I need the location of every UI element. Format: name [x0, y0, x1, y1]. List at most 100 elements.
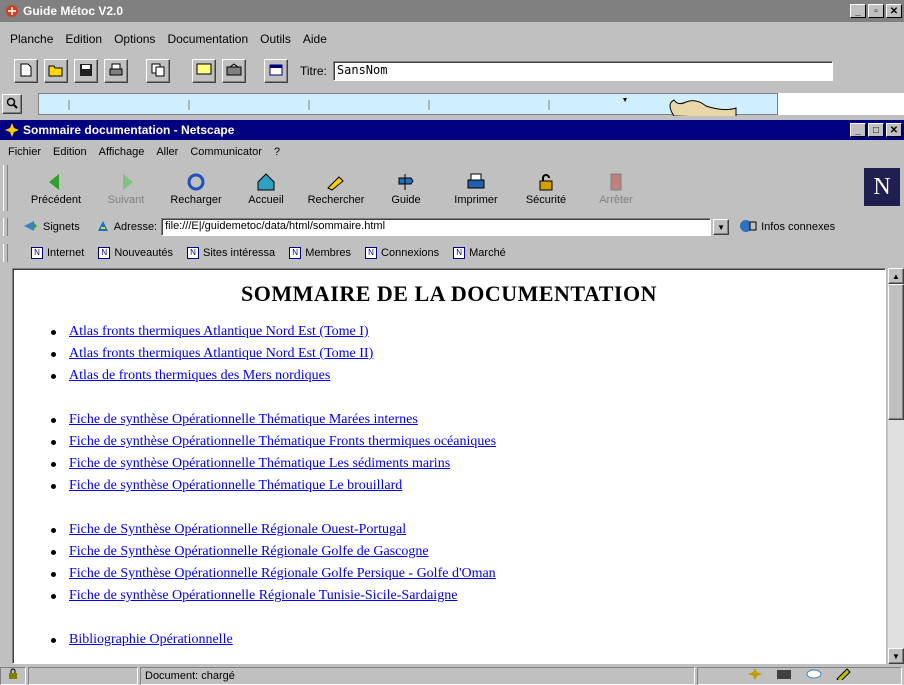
- menu-planche[interactable]: Planche: [4, 32, 59, 46]
- bookmark-label: Internet: [47, 247, 85, 259]
- list-item: Fiche de synthèse Opérationnelle Thémati…: [51, 475, 885, 497]
- document-link[interactable]: Atlas de fronts thermiques des Mers nord…: [69, 368, 330, 383]
- composer-icon[interactable]: [835, 668, 852, 683]
- browser-menu-edition[interactable]: Edition: [47, 146, 93, 158]
- precedent-button[interactable]: Précédent: [25, 170, 87, 206]
- minimize-button[interactable]: _: [850, 4, 866, 18]
- reload-icon: [185, 170, 207, 194]
- browser-title: Sommaire documentation - Netscape: [23, 123, 235, 137]
- bookmark-label: Nouveautés: [114, 247, 174, 259]
- address-input[interactable]: file:///E|/guidemetoc/data/html/sommaire…: [161, 218, 712, 236]
- mail-icon[interactable]: [776, 668, 792, 683]
- app-toolbar: Titre: SansNom: [14, 58, 894, 84]
- link-group: Fiche de Synthèse Opérationnelle Régiona…: [13, 519, 885, 607]
- browser-menu-affichage[interactable]: Affichage: [93, 146, 151, 158]
- securite-button[interactable]: Sécurité: [515, 170, 577, 206]
- document-link[interactable]: Bibliographie Opérationnelle: [69, 632, 233, 647]
- imprimer-button[interactable]: Imprimer: [445, 170, 507, 206]
- related-button[interactable]: Infos connexes: [761, 221, 835, 233]
- arrow-down-icon: ▼: [892, 651, 900, 661]
- chevron-down-icon: ▼: [717, 222, 726, 232]
- accueil-button[interactable]: Accueil: [235, 170, 297, 206]
- title-input[interactable]: SansNom: [332, 61, 833, 81]
- menu-edition[interactable]: Edition: [59, 32, 108, 46]
- component-bar: [697, 666, 902, 685]
- document-view[interactable]: SOMMAIRE DE LA DOCUMENTATION Atlas front…: [12, 268, 886, 664]
- bookmark-item[interactable]: N Nouveautés: [98, 247, 173, 259]
- guide-button[interactable]: Guide: [375, 170, 437, 206]
- location-toolbar: Signets Adresse: file:///E|/guidemetoc/d…: [0, 216, 904, 238]
- bookmarks-icon: [23, 220, 39, 235]
- browser-menu-help[interactable]: ?: [268, 146, 286, 158]
- title-label: Titre:: [300, 64, 327, 78]
- window-button[interactable]: [264, 59, 288, 83]
- document-link[interactable]: Fiche de Synthèse Opérationnelle Régiona…: [69, 522, 406, 537]
- arreter-button[interactable]: Arrêter: [585, 170, 647, 206]
- link-group: Atlas fronts thermiques Atlantique Nord …: [13, 321, 885, 387]
- menu-outils[interactable]: Outils: [254, 32, 297, 46]
- security-indicator[interactable]: [0, 666, 26, 685]
- bookmark-page-icon: N: [31, 247, 43, 259]
- scroll-up-button[interactable]: ▲: [888, 268, 904, 284]
- document-link[interactable]: Fiche de Synthèse Opérationnelle Régiona…: [69, 566, 496, 581]
- scroll-down-button[interactable]: ▼: [888, 648, 904, 664]
- browser-titlebar: Sommaire documentation - Netscape _ □ ✕: [0, 120, 904, 140]
- nav-label: Sécurité: [525, 194, 567, 206]
- search-icon: [325, 170, 347, 194]
- new-button[interactable]: [14, 59, 38, 83]
- export-icon: [226, 62, 242, 80]
- close-button[interactable]: ✕: [886, 4, 902, 18]
- list-item: Fiche de synthèse Opérationnelle Régiona…: [51, 585, 885, 607]
- bookmark-item[interactable]: N Internet: [31, 247, 84, 259]
- display-button[interactable]: [192, 59, 216, 83]
- maximize-button[interactable]: ▫: [868, 4, 884, 18]
- bookmark-item[interactable]: N Connexions: [365, 247, 439, 259]
- browser-maximize-button[interactable]: □: [868, 123, 884, 137]
- save-button[interactable]: [74, 59, 98, 83]
- nav-label: Guide: [391, 194, 421, 206]
- print-button[interactable]: [104, 59, 128, 83]
- vertical-scrollbar[interactable]: ▲ ▼: [888, 268, 904, 664]
- padlock-icon: [7, 668, 19, 683]
- document-link[interactable]: Fiche de synthèse Opérationnelle Thémati…: [69, 434, 496, 449]
- bookmark-item[interactable]: N Sites intéressa: [187, 247, 275, 259]
- document-link[interactable]: Atlas fronts thermiques Atlantique Nord …: [69, 346, 373, 361]
- map-view[interactable]: [38, 93, 778, 116]
- document-link[interactable]: Atlas fronts thermiques Atlantique Nord …: [69, 324, 369, 339]
- list-item: Fiche de synthèse Opérationnelle Thémati…: [51, 453, 885, 475]
- rechercher-button[interactable]: Rechercher: [305, 170, 367, 206]
- open-button[interactable]: [44, 59, 68, 83]
- scroll-thumb[interactable]: [888, 284, 904, 420]
- copy-button[interactable]: [146, 59, 170, 83]
- address-dropdown-button[interactable]: ▼: [713, 219, 730, 235]
- bookmark-item[interactable]: N Marché: [453, 247, 506, 259]
- export-button[interactable]: [222, 59, 246, 83]
- list-item: Fiche de Synthèse Opérationnelle Régiona…: [51, 519, 885, 541]
- document-link[interactable]: Fiche de synthèse Opérationnelle Régiona…: [69, 588, 457, 603]
- zoom-button[interactable]: [2, 94, 22, 114]
- bookmark-item[interactable]: N Membres: [289, 247, 351, 259]
- nav-label: Accueil: [248, 194, 284, 206]
- browser-menu-fichier[interactable]: Fichier: [2, 146, 47, 158]
- app-titlebar: Guide Métoc V2.0 _ ▫ ✕: [0, 0, 904, 22]
- bookmark-label: Marché: [469, 247, 506, 259]
- navigator-icon[interactable]: [747, 668, 762, 683]
- document-link[interactable]: Fiche de synthèse Opérationnelle Thémati…: [69, 412, 418, 427]
- browser-menu-communicator[interactable]: Communicator: [184, 146, 268, 158]
- document-link[interactable]: Fiche de synthèse Opérationnelle Thémati…: [69, 456, 450, 471]
- document-link[interactable]: Fiche de synthèse Opérationnelle Thémati…: [69, 478, 402, 493]
- recharger-button[interactable]: Recharger: [165, 170, 227, 206]
- menu-aide[interactable]: Aide: [297, 32, 333, 46]
- browser-minimize-button[interactable]: _: [850, 123, 866, 137]
- nav-label: Recharger: [170, 194, 222, 206]
- browser-menu-aller[interactable]: Aller: [150, 146, 184, 158]
- suivant-button[interactable]: Suivant: [95, 170, 157, 206]
- menu-documentation[interactable]: Documentation: [161, 32, 254, 46]
- bookmark-page-icon: N: [289, 247, 302, 259]
- browser-close-button[interactable]: ✕: [886, 123, 902, 137]
- menu-options[interactable]: Options: [108, 32, 161, 46]
- discussion-icon[interactable]: [806, 668, 822, 683]
- signets-button[interactable]: Signets: [43, 221, 80, 233]
- document-link[interactable]: Fiche de Synthèse Opérationnelle Régiona…: [69, 544, 429, 559]
- list-item: Atlas fronts thermiques Atlantique Nord …: [51, 343, 885, 365]
